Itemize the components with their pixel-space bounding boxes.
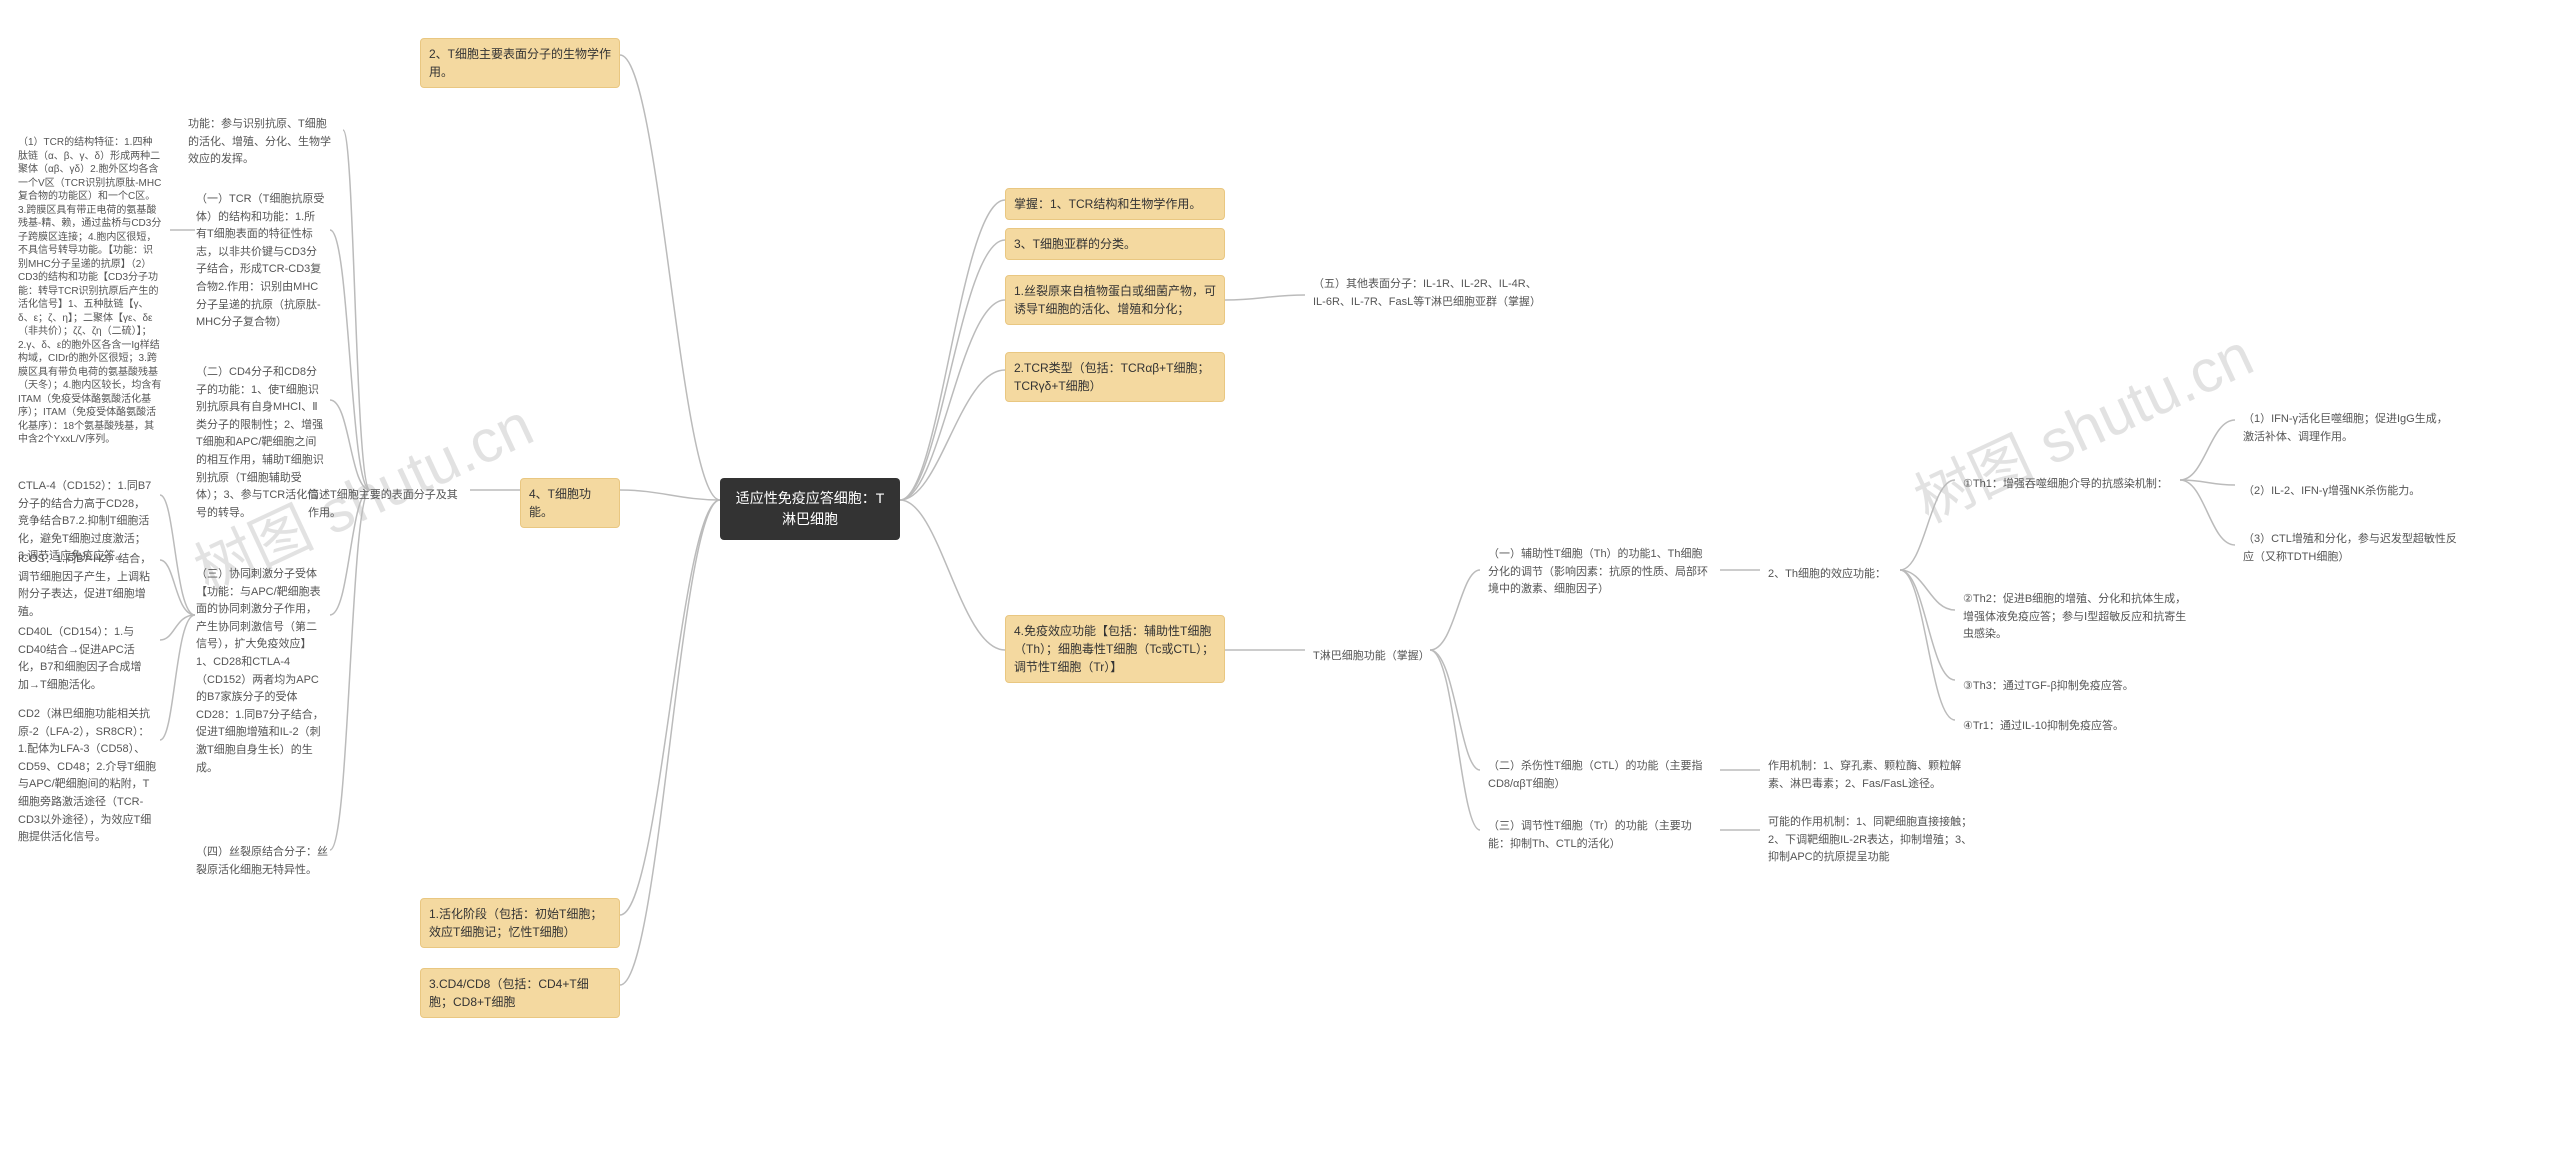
node-th2[interactable]: ②Th2：促进B细胞的增殖、分化和抗体生成，增强体液免疫应答；参与Ⅰ型超敏反应和… xyxy=(1955,585,2195,650)
node-th1-1[interactable]: （1）IFN-γ活化巨噬细胞；促进IgG生成，激活补体、调理作用。 xyxy=(2235,405,2465,452)
node-surface-molecules[interactable]: （五）其他表面分子：IL-1R、IL-2R、IL-4R、IL-6R、IL-7R、… xyxy=(1305,270,1555,317)
node-cd4-cd8-types[interactable]: 3.CD4/CD8（包括：CD4+T细胞；CD8+T细胞 xyxy=(420,968,620,1018)
node-tcr-structure-detail[interactable]: （1）TCR的结构特征：1.四种肽链（α、β、γ、δ）形成两种二聚体（αβ、γδ… xyxy=(10,130,170,453)
node-function-summary[interactable]: 功能：参与识别抗原、T细胞的活化、增殖、分化、生物学效应的发挥。 xyxy=(180,110,345,175)
node-tcell-subset[interactable]: 3、T细胞亚群的分类。 xyxy=(1005,228,1225,260)
node-tcr-types[interactable]: 2.TCR类型（包括：TCRαβ+T细胞；TCRγδ+T细胞） xyxy=(1005,352,1225,402)
root-node[interactable]: 适应性免疫应答细胞：T淋巴细胞 xyxy=(720,478,900,540)
node-surface-bio[interactable]: 2、T细胞主要表面分子的生物学作用。 xyxy=(420,38,620,88)
node-mitogen-bind[interactable]: （四）丝裂原结合分子：丝裂原活化细胞无特异性。 xyxy=(188,838,338,885)
node-function-master[interactable]: T淋巴细胞功能（掌握） xyxy=(1305,642,1435,672)
node-th3[interactable]: ③Th3：通过TGF-β抑制免疫应答。 xyxy=(1955,672,2195,702)
watermark-right: 树图 shutu.cn xyxy=(1899,307,2265,539)
node-th-effector[interactable]: 2、Th细胞的效应功能： xyxy=(1760,560,1900,590)
node-tr1[interactable]: ④Tr1：通过IL-10抑制免疫应答。 xyxy=(1955,712,2195,742)
node-th1-3[interactable]: （3）CTL增殖和分化，参与迟发型超敏性反应（又称TDTH细胞） xyxy=(2235,525,2465,572)
node-icos[interactable]: ICOS：1.同B7-H2）结合，调节细胞因子产生，上调粘附分子表达，促进T细胞… xyxy=(10,545,160,627)
node-cd40l[interactable]: CD40L（CD154）：1.与CD40结合→促进APC活化，B7和细胞因子合成… xyxy=(10,618,160,700)
node-cd4-cd8[interactable]: （二）CD4分子和CD8分子的功能：1、使T细胞识别抗原具有自身MHCⅠ、Ⅱ类分… xyxy=(188,358,333,528)
node-costim-receptor[interactable]: （三）协同刺激分子受体【功能：与APC/靶细胞表面的协同刺激分子作用，产生协同刺… xyxy=(188,560,333,783)
node-th1-2[interactable]: （2）IL-2、IFN-γ增强NK杀伤能力。 xyxy=(2235,477,2465,507)
node-ctl-mechanism[interactable]: 作用机制：1、穿孔素、颗粒酶、颗粒解素、淋巴毒素；2、Fas/FasL途径。 xyxy=(1760,752,1990,799)
node-immune-function[interactable]: 4.免疫效应功能【包括：辅助性T细胞（Th）；细胞毒性T细胞（Tc或CTL）；调… xyxy=(1005,615,1225,683)
mindmap-connectors xyxy=(0,0,2560,1152)
node-cd2[interactable]: CD2（淋巴细胞功能相关抗原-2（LFA-2），SR8CR）：1.配体为LFA-… xyxy=(10,700,165,853)
node-ctl-function[interactable]: （二）杀伤性T细胞（CTL）的功能（主要指CD8/αβT细胞） xyxy=(1480,752,1720,799)
node-tr-function[interactable]: （三）调节性T细胞（Tr）的功能（主要功能：抑制Th、CTL的活化） xyxy=(1480,812,1720,859)
node-activation-stage[interactable]: 1.活化阶段（包括：初始T细胞；效应T细胞记；忆性T细胞） xyxy=(420,898,620,948)
node-tr-mechanism[interactable]: 可能的作用机制：1、同靶细胞直接接触；2、下调靶细胞IL-2R表达，抑制增殖；3… xyxy=(1760,808,1990,873)
node-th-function[interactable]: （一）辅助性T细胞（Th）的功能1、Th细胞分化的调节（影响因素：抗原的性质、局… xyxy=(1480,540,1720,605)
node-tcr-detail[interactable]: （一）TCR（T细胞抗原受体）的结构和功能：1.所有T细胞表面的特征性标志，以非… xyxy=(188,185,333,338)
node-tcell-function[interactable]: 4、T细胞功能。 xyxy=(520,478,620,528)
node-th1[interactable]: ①Th1：增强吞噬细胞介导的抗感染机制： xyxy=(1955,470,2180,500)
node-tcr-structure[interactable]: 掌握：1、TCR结构和生物学作用。 xyxy=(1005,188,1225,220)
node-mitogen[interactable]: 1.丝裂原来自植物蛋白或细菌产物，可诱导T细胞的活化、增殖和分化； xyxy=(1005,275,1225,325)
